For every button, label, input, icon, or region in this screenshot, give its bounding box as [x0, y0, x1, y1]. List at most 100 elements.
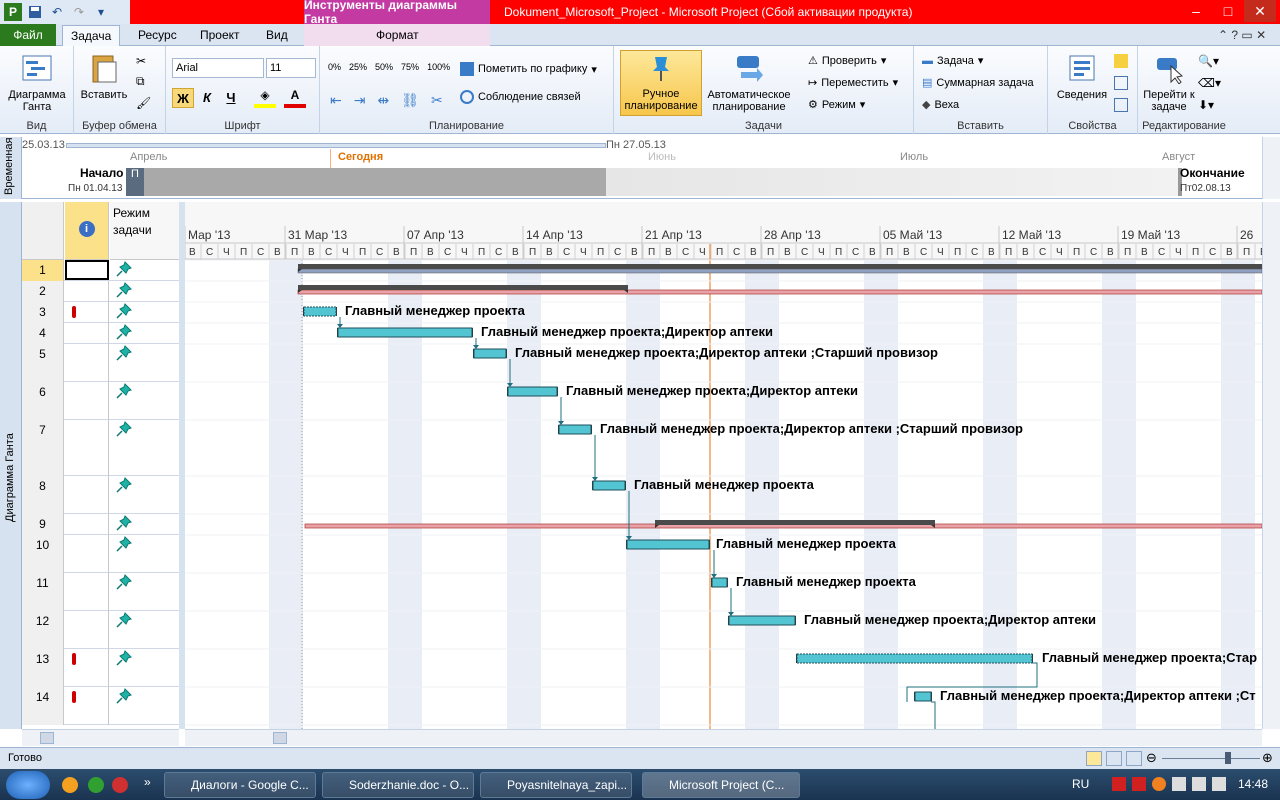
task-mode-header[interactable]: Режим задачи [110, 202, 179, 260]
indicator-cell[interactable] [65, 573, 109, 611]
indicator-cell[interactable] [65, 382, 109, 420]
indent-icon[interactable]: ⇥ [354, 92, 366, 109]
tray-icon[interactable] [1152, 777, 1166, 791]
table-row[interactable]: 7 [22, 420, 179, 476]
tab-view[interactable]: Вид [258, 25, 296, 45]
help-icon[interactable]: ⌃ ? ▭ ✕ [1218, 28, 1266, 42]
volume-icon[interactable] [1212, 777, 1226, 791]
taskbar-item-doc[interactable]: Poyasnitelnaya_zapi... [480, 772, 632, 798]
indicator-cell[interactable] [65, 611, 109, 649]
indicator-cell[interactable] [65, 260, 109, 280]
table-row[interactable]: 8 [22, 476, 179, 514]
tray-icon[interactable] [1112, 777, 1126, 791]
link-icon[interactable]: ⛓ [401, 92, 419, 109]
goto-task-button[interactable]: Перейти к задаче [1140, 52, 1198, 113]
tab-format[interactable]: Формат [368, 25, 427, 45]
taskbar-pinned-icon[interactable] [112, 777, 128, 793]
zoom-slider-thumb[interactable] [1225, 752, 1231, 764]
highlight-color-icon[interactable]: ◈ [254, 88, 276, 108]
timeline-scrollbar[interactable] [1262, 137, 1280, 199]
maximize-button[interactable]: □ [1212, 0, 1244, 22]
font-color-icon[interactable]: A [284, 88, 306, 108]
copy-icon[interactable]: ⧉ [136, 74, 145, 89]
percent-75-button[interactable]: 75% [401, 62, 419, 72]
table-row[interactable]: 14 [22, 687, 179, 725]
redo-icon[interactable]: ↷ [70, 3, 88, 21]
row-number[interactable]: 10 [22, 535, 64, 573]
indicator-cell[interactable] [65, 514, 109, 535]
language-indicator[interactable]: RU [1072, 777, 1089, 791]
tab-resource[interactable]: Ресурс [130, 25, 185, 45]
team-planner-view-icon[interactable] [1126, 751, 1142, 766]
percent-100-button[interactable]: 100% [427, 62, 450, 72]
grid-corner[interactable] [22, 202, 64, 260]
mode-button[interactable]: ⚙ Режим ▾ [808, 98, 865, 112]
timeline[interactable]: 25.03.13 Пн 27.05.13 Апрель Сегодня Июнь… [22, 137, 1262, 199]
manual-schedule-button[interactable]: Ручное планирование [620, 50, 702, 116]
details-icon[interactable] [1114, 76, 1128, 90]
percent-50-button[interactable]: 50% [375, 62, 393, 72]
inspect-button[interactable]: ⚠ Проверить ▾ [808, 54, 886, 68]
taskbar-item-project[interactable]: Microsoft Project (C... [642, 772, 800, 798]
indicator-cell[interactable] [65, 535, 109, 573]
table-row[interactable]: 6 [22, 382, 179, 420]
row-number[interactable]: 11 [22, 573, 64, 611]
insert-milestone-button[interactable]: ◆ Веха [922, 98, 959, 112]
row-number[interactable]: 7 [22, 420, 64, 476]
tab-project[interactable]: Проект [192, 25, 248, 45]
notes-icon[interactable] [1114, 54, 1128, 68]
chart-horizontal-scrollbar[interactable] [185, 729, 1262, 746]
undo-icon[interactable]: ↶ [48, 3, 66, 21]
taskbar-pinned-icon[interactable] [62, 777, 78, 793]
row-number[interactable]: 14 [22, 687, 64, 725]
close-button[interactable]: ✕ [1244, 0, 1276, 22]
indicator-cell[interactable] [65, 323, 109, 344]
insert-task-button[interactable]: ▬ Задача ▾ [922, 54, 983, 68]
zoom-out-icon[interactable]: ⊖ [1146, 750, 1157, 766]
table-row[interactable]: 5 [22, 344, 179, 382]
row-number[interactable]: 2 [22, 281, 64, 302]
network-icon[interactable] [1192, 777, 1206, 791]
table-row[interactable]: 3 [22, 302, 179, 323]
format-painter-icon[interactable]: 🖌 [136, 96, 151, 110]
taskbar-item-word[interactable]: Soderzhanie.doc - O... [322, 772, 474, 798]
information-button[interactable]: Сведения [1052, 52, 1112, 101]
tab-task[interactable]: Задача [62, 25, 121, 46]
row-number[interactable]: 8 [22, 476, 64, 514]
cut-icon[interactable]: ✂ [136, 54, 146, 68]
row-number[interactable]: 1 [22, 260, 64, 281]
gantt-vertical-scrollbar[interactable] [1262, 202, 1280, 729]
table-row[interactable]: 12 [22, 611, 179, 649]
start-button[interactable] [6, 771, 50, 799]
grid-horizontal-scrollbar[interactable] [22, 729, 179, 746]
row-number[interactable]: 13 [22, 649, 64, 687]
gantt-view-icon[interactable] [1086, 751, 1102, 766]
unlink-icon[interactable]: ✂ [431, 92, 443, 109]
table-row[interactable]: 10 [22, 535, 179, 573]
row-number[interactable]: 5 [22, 344, 64, 382]
customize-qat-icon[interactable]: ▾ [92, 3, 110, 21]
indicator-cell[interactable] [65, 420, 109, 476]
move-button[interactable]: ↦ Переместить ▾ [808, 76, 898, 90]
percent-25-button[interactable]: 25% [349, 62, 367, 72]
mark-on-track-button[interactable]: Пометить по графику ▾ [460, 62, 597, 76]
paste-button[interactable]: Вставить [78, 52, 130, 101]
indicator-cell[interactable] [65, 476, 109, 514]
add-to-timeline-icon[interactable] [1114, 98, 1128, 112]
outdent-icon[interactable]: ⇤ [330, 92, 342, 109]
table-row[interactable]: 13 [22, 649, 179, 687]
insert-summary-button[interactable]: ▤ Суммарная задача [922, 76, 1034, 90]
save-icon[interactable] [26, 3, 44, 21]
percent-0-button[interactable]: 0% [328, 62, 341, 72]
font-size-select[interactable]: 11 [266, 58, 316, 78]
split-icon[interactable]: ⇹ [377, 92, 389, 109]
indicator-cell[interactable] [65, 649, 109, 687]
row-number[interactable]: 9 [22, 514, 64, 535]
task-usage-view-icon[interactable] [1106, 751, 1122, 766]
timeline-task-marker[interactable]: П [126, 168, 144, 196]
table-row[interactable]: 11 [22, 573, 179, 611]
zoom-slider[interactable] [1162, 758, 1260, 759]
find-icon[interactable]: 🔍▾ [1198, 54, 1219, 68]
italic-button[interactable]: К [196, 88, 218, 108]
row-number[interactable]: 4 [22, 323, 64, 344]
